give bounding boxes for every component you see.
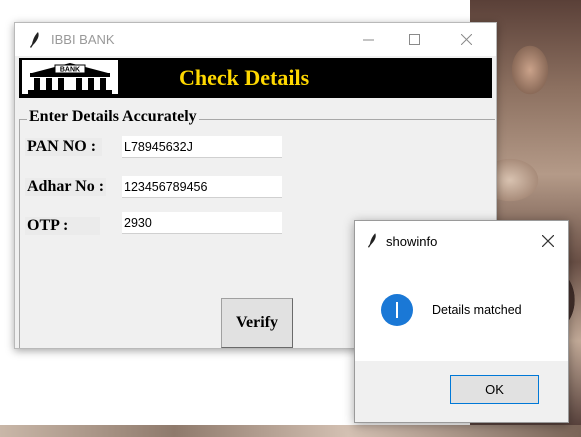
pan-label: PAN NO : [25,138,103,156]
maximize-icon [408,34,420,45]
otp-label: OTP : [25,217,101,235]
verify-button[interactable]: Verify [221,298,293,348]
background-strip [0,425,581,437]
info-icon [381,294,413,326]
dialog-title: showinfo [386,234,438,249]
dialog-close-button[interactable] [536,229,560,253]
dialog-footer: OK [355,361,568,422]
close-icon [460,34,472,45]
bank-logo-text: BANK [60,67,80,74]
ok-button[interactable]: OK [450,375,539,404]
header-banner: BANK Check Details [19,58,492,98]
info-dialog: showinfo Details matched OK [354,220,569,423]
otp-input[interactable]: 2930 [122,212,282,234]
maximize-button[interactable] [391,23,437,56]
close-icon [542,235,554,247]
dialog-message: Details matched [432,303,522,317]
close-button[interactable] [443,23,489,56]
title-bar[interactable]: IBBI BANK [15,23,496,56]
adhar-input[interactable]: 123456789456 [122,176,282,198]
group-label: Enter Details Accurately [27,108,199,126]
feather-icon [30,32,39,48]
pan-input[interactable]: L78945632J [122,136,282,158]
window-title: IBBI BANK [51,32,115,47]
bank-logo: BANK [22,60,118,94]
minimize-button[interactable] [345,23,391,56]
minimize-icon [362,39,374,40]
adhar-label: Adhar No : [25,178,107,196]
page-title: Check Details [179,65,310,90]
feather-icon [368,233,376,248]
